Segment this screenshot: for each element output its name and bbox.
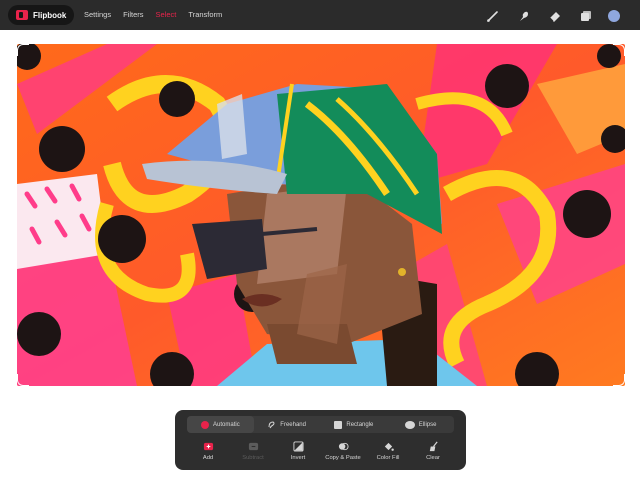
mode-automatic[interactable]: Automatic (187, 416, 254, 433)
mode-ellipse[interactable]: Ellipse (387, 416, 454, 433)
smudge-icon[interactable] (515, 7, 532, 24)
clear-label: Clear (426, 455, 440, 461)
color-fill-label: Color Fill (376, 455, 400, 461)
subtract-button[interactable]: Subtract (232, 440, 274, 461)
mode-freehand[interactable]: Freehand (254, 416, 321, 433)
menu-settings[interactable]: Settings (84, 10, 111, 19)
invert-label: Invert (290, 455, 306, 461)
add-label: Add (202, 455, 214, 461)
layers-icon[interactable] (577, 7, 594, 24)
selection-handle-top-right[interactable] (613, 44, 625, 56)
main-menu: Settings Filters Select Transform (84, 10, 222, 19)
selection-mode-bar: Automatic Freehand Rectangle Ellipse (187, 416, 454, 433)
mode-label: Ellipse (418, 421, 437, 428)
selection-handle-bottom-right[interactable] (613, 374, 625, 386)
invert-button[interactable]: Invert (277, 440, 319, 461)
add-button[interactable]: Add (187, 440, 229, 461)
add-icon (202, 440, 214, 452)
mode-rectangle[interactable]: Rectangle (321, 416, 388, 433)
mode-label: Freehand (280, 421, 306, 428)
tool-icons (484, 7, 620, 24)
top-bar: Flipbook Settings Filters Select Transfo… (0, 0, 640, 30)
copy-paste-button[interactable]: Copy & Paste (322, 440, 364, 461)
copy-paste-label: Copy & Paste (325, 455, 361, 461)
flipbook-logo-icon (16, 10, 28, 20)
lasso-icon (268, 420, 275, 428)
app-brand[interactable]: Flipbook (8, 5, 74, 25)
brush-icon[interactable] (484, 7, 501, 24)
mode-label: Rectangle (346, 421, 374, 428)
app-name: Flipbook (33, 10, 67, 20)
rectangle-icon (334, 420, 343, 429)
eraser-icon[interactable] (546, 7, 563, 24)
selection-handle-top-left[interactable] (17, 44, 29, 56)
menu-filters[interactable]: Filters (123, 10, 143, 19)
color-fill-icon (382, 440, 394, 452)
selection-actions: Add Subtract Invert Copy & Paste Color F… (187, 440, 454, 461)
mode-label: Automatic (213, 421, 240, 428)
copy-paste-icon (337, 440, 349, 452)
selection-handle-bottom-left[interactable] (17, 374, 29, 386)
menu-select[interactable]: Select (156, 10, 177, 19)
clear-icon (427, 440, 439, 452)
selection-panel: Automatic Freehand Rectangle Ellipse Add… (175, 410, 466, 470)
dot-icon (201, 420, 210, 429)
subtract-label: Subtract (242, 455, 264, 461)
collage-artwork (17, 44, 625, 386)
artwork-canvas[interactable] (17, 44, 625, 386)
color-fill-button[interactable]: Color Fill (367, 440, 409, 461)
color-swatch-icon[interactable] (608, 9, 620, 22)
clear-button[interactable]: Clear (412, 440, 454, 461)
ellipse-icon (404, 420, 415, 429)
menu-transform[interactable]: Transform (188, 10, 222, 19)
invert-icon (292, 440, 304, 452)
subtract-icon (247, 440, 259, 452)
